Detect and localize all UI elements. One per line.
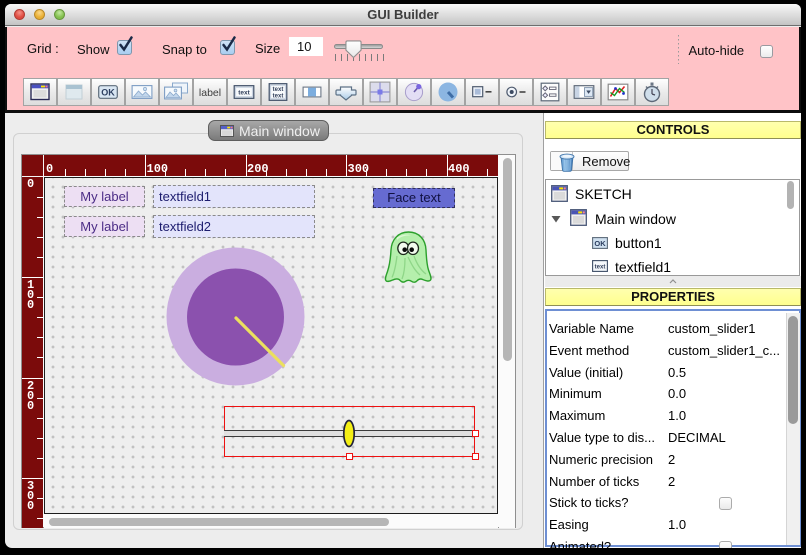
svg-text:label: label: [198, 87, 220, 98]
svg-text:OK: OK: [101, 88, 115, 98]
svg-text:text: text: [595, 264, 606, 270]
svg-text:text: text: [238, 90, 250, 97]
svg-text:OK: OK: [594, 239, 606, 248]
svg-text:text: text: [272, 94, 283, 100]
svg-text:text: text: [272, 87, 283, 93]
